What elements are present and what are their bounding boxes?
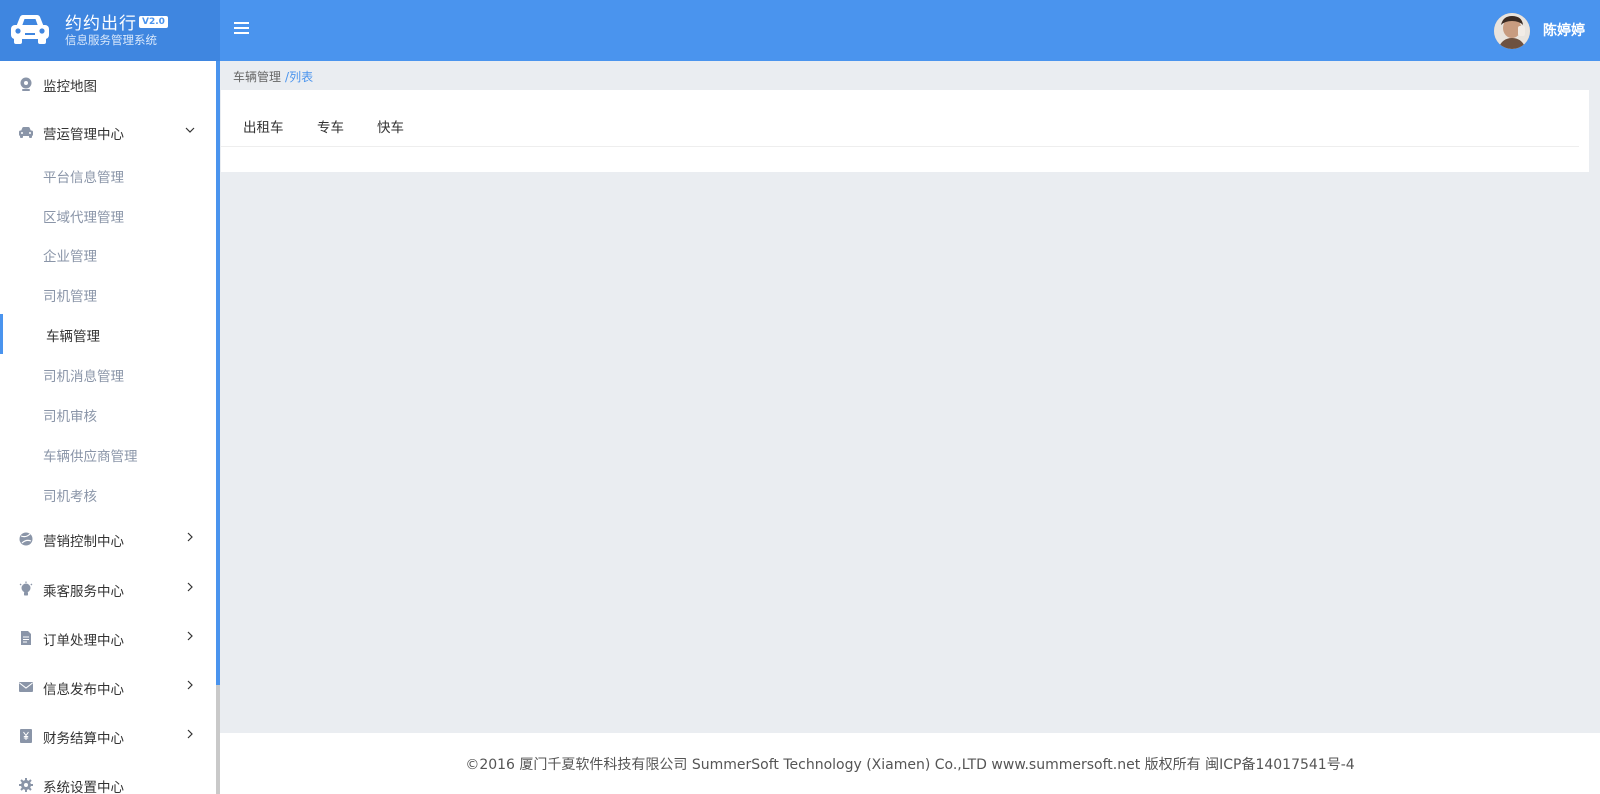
sidebar-item-system-settings[interactable]: 系统设置中心 <box>0 762 216 794</box>
brand-subtitle: 信息服务管理系统 <box>65 33 157 47</box>
sidebar-subitem-label: 车辆供应商管理 <box>43 449 138 465</box>
sidebar-item-label: 信息发布中心 <box>43 682 124 698</box>
avatar[interactable] <box>1494 13 1530 49</box>
sidebar-item-finance-center[interactable]: 财务结算中心 <box>0 713 216 759</box>
footer: ©2016 厦门千夏软件科技有限公司 SummerSoft Technology… <box>220 733 1600 794</box>
yen-icon <box>20 729 32 743</box>
brand-logo-area[interactable]: 约约出行 V2.0 信息服务管理系统 <box>0 0 220 61</box>
sidebar-subitem-label: 平台信息管理 <box>43 170 124 186</box>
sidebar-item-driver-assessment[interactable]: 司机考核 <box>0 474 216 514</box>
tab-taxi[interactable]: 出租车 <box>243 116 284 136</box>
sidebar-item-operations-center[interactable]: 营运管理中心 <box>0 109 216 155</box>
mail-icon <box>19 682 33 692</box>
sidebar-item-label: 财务结算中心 <box>43 731 124 747</box>
chevron-right-icon <box>187 582 193 592</box>
sidebar-subitem-label: 企业管理 <box>43 249 97 265</box>
sidebar-item-label: 营运管理中心 <box>43 127 124 143</box>
footer-copyright: ©2016 厦门千夏软件科技有限公司 SummerSoft Technology… <box>465 757 1355 773</box>
brand-title: 约约出行 <box>65 14 137 34</box>
sidebar-item-label: 乘客服务中心 <box>43 584 124 600</box>
sidebar-item-label: 订单处理中心 <box>43 633 124 649</box>
breadcrumb: 车辆管理/列表 <box>233 68 313 85</box>
lightbulb-icon <box>19 581 33 596</box>
username[interactable]: 陈婷婷 <box>1543 20 1585 40</box>
map-pin-icon <box>20 77 32 91</box>
breadcrumb-current: 列表 <box>289 70 314 84</box>
sidebar-item-passenger-service[interactable]: 乘客服务中心 <box>0 566 216 612</box>
tab-private-car[interactable]: 专车 <box>317 116 344 136</box>
chevron-right-icon <box>187 631 193 641</box>
sidebar-subitem-label: 司机管理 <box>43 289 97 305</box>
sidebar-item-label: 监控地图 <box>43 79 97 95</box>
document-icon <box>21 631 31 645</box>
car-icon <box>19 127 33 138</box>
chevron-right-icon <box>187 729 193 739</box>
sidebar-item-enterprise[interactable]: 企业管理 <box>0 234 216 274</box>
hamburger-icon[interactable] <box>234 22 249 35</box>
top-header: 约约出行 V2.0 信息服务管理系统 陈婷婷 <box>0 0 1600 61</box>
sidebar-item-driver[interactable]: 司机管理 <box>0 274 216 314</box>
tab-express[interactable]: 快车 <box>377 116 404 136</box>
sidebar-item-vehicle-supplier[interactable]: 车辆供应商管理 <box>0 434 216 474</box>
sidebar-subitem-label: 司机审核 <box>43 409 97 425</box>
chevron-right-icon <box>187 680 193 690</box>
chevron-right-icon <box>187 532 193 542</box>
version-badge: V2.0 <box>139 16 168 28</box>
sidebar-item-order-center[interactable]: 订单处理中心 <box>0 615 216 661</box>
content-panel: 出租车 专车 快车 <box>221 90 1589 172</box>
sidebar-subitem-label: 司机消息管理 <box>43 369 124 385</box>
sidebar-item-vehicle[interactable]: 车辆管理 <box>0 314 216 354</box>
sidebar-item-platform-info[interactable]: 平台信息管理 <box>0 155 216 195</box>
sidebar-item-driver-messages[interactable]: 司机消息管理 <box>0 354 216 394</box>
breadcrumb-parent[interactable]: 车辆管理 <box>233 70 281 84</box>
vehicle-type-tabs: 出租车 专车 快车 <box>221 90 1579 147</box>
car-logo-icon <box>11 15 49 44</box>
sidebar-item-monitor-map[interactable]: 监控地图 <box>0 61 216 107</box>
sidebar-item-regional-agent[interactable]: 区域代理管理 <box>0 195 216 235</box>
active-indicator <box>0 314 3 354</box>
sidebar: 监控地图 营运管理中心 平台信息管理 区域代理管理 企业管理 司机管理 车辆管理… <box>0 61 216 794</box>
gear-icon <box>19 778 33 792</box>
chevron-down-icon <box>185 127 195 133</box>
sidebar-item-driver-review[interactable]: 司机审核 <box>0 394 216 434</box>
content-right-gutter <box>1589 61 1600 733</box>
sidebar-subitem-label: 司机考核 <box>43 489 97 505</box>
sidebar-item-label: 营销控制中心 <box>43 534 124 550</box>
sidebar-item-label: 系统设置中心 <box>43 780 124 794</box>
sidebar-item-marketing-center[interactable]: 营销控制中心 <box>0 516 216 562</box>
sidebar-item-info-publish[interactable]: 信息发布中心 <box>0 664 216 710</box>
sidebar-subitem-label: 车辆管理 <box>46 329 100 345</box>
sidebar-subitem-label: 区域代理管理 <box>43 210 124 226</box>
globe-icon <box>19 532 33 546</box>
avatar-image <box>1494 13 1530 49</box>
